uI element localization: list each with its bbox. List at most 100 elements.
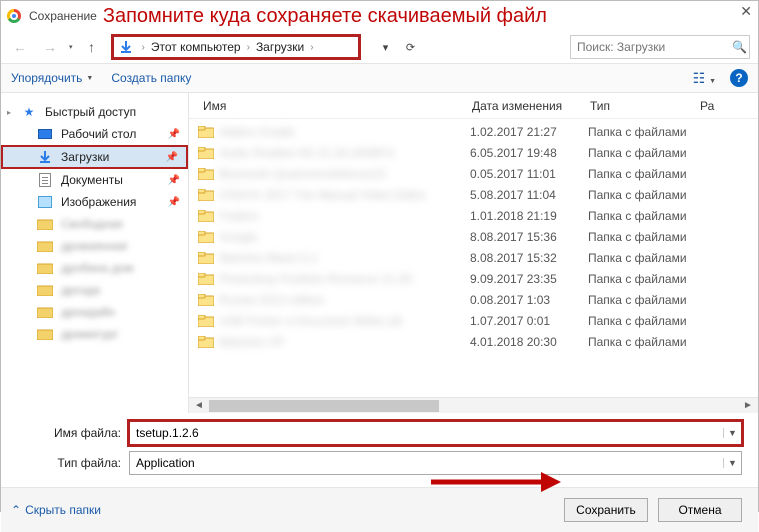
chevron-up-icon: ⌃ xyxy=(11,503,21,517)
chevron-right-icon[interactable]: › xyxy=(138,42,149,53)
sidebar-item-blur[interactable]: дробина дом xyxy=(1,257,188,279)
star-icon: ★ xyxy=(21,104,37,120)
sidebar-label: дроидайн xyxy=(61,305,115,319)
col-size[interactable]: Ра xyxy=(700,99,750,113)
sidebar-item-blur[interactable]: дрозда xyxy=(1,279,188,301)
file-name: USB Printer a Document Writer p6 xyxy=(219,314,470,328)
table-row[interactable]: Google8.08.2017 15:36Папка с файлами xyxy=(197,226,750,247)
search-box[interactable]: 🔍 xyxy=(570,35,750,59)
view-options-button[interactable]: ☷ ▼ xyxy=(693,70,716,87)
file-rows: Addins Gradle1.02.2017 21:27Папка с файл… xyxy=(189,119,758,397)
folder-icon xyxy=(197,271,215,287)
file-date: 8.08.2017 15:32 xyxy=(470,251,588,265)
filetype-value[interactable] xyxy=(130,456,723,470)
file-type: Папка с файлами xyxy=(588,146,718,160)
help-button[interactable]: ? xyxy=(730,69,748,87)
folder-icon xyxy=(197,250,215,266)
file-name: Folders xyxy=(219,209,470,223)
up-button[interactable]: ↑ xyxy=(81,36,103,58)
folder-icon xyxy=(197,166,215,182)
filename-dropdown[interactable]: ▼ xyxy=(723,428,741,438)
sidebar-item-blur[interactable]: дроидайн xyxy=(1,301,188,323)
organize-button[interactable]: Упорядочить ▼ xyxy=(11,71,93,85)
filename-label: Имя файла: xyxy=(41,426,121,440)
filename-input[interactable] xyxy=(130,426,723,440)
cancel-button[interactable]: Отмена xyxy=(658,498,742,522)
file-name: Russia 2012 edition xyxy=(219,293,470,307)
search-input[interactable] xyxy=(577,40,732,54)
folder-icon xyxy=(37,326,53,342)
sidebar-item-images[interactable]: Изображения 📌 xyxy=(1,191,188,213)
col-type[interactable]: Тип xyxy=(590,99,700,113)
filetype-combo[interactable]: ▼ xyxy=(129,451,742,475)
scroll-left-icon[interactable]: ◄ xyxy=(191,400,207,411)
hide-folders-label: Скрыть папки xyxy=(25,503,101,517)
sidebar-item-blur[interactable]: дроваянная xyxy=(1,235,188,257)
crumb-downloads[interactable]: Загрузки xyxy=(254,40,306,54)
sidebar-item-blur[interactable]: драматург xyxy=(1,323,188,345)
file-type: Папка с файлами xyxy=(588,167,718,181)
document-icon xyxy=(37,172,53,188)
col-date[interactable]: Дата изменения xyxy=(472,99,590,113)
table-row[interactable]: Matches Black 5.28.08.2017 15:32Папка с … xyxy=(197,247,750,268)
file-type: Папка с файлами xyxy=(588,209,718,223)
pin-icon: 📌 xyxy=(166,152,178,163)
sidebar-label: дроваянная xyxy=(61,239,127,253)
new-folder-button[interactable]: Создать папку xyxy=(111,71,191,85)
folder-icon xyxy=(37,260,53,276)
sidebar-item-desktop[interactable]: Рабочий стол 📌 xyxy=(1,123,188,145)
folder-icon xyxy=(197,187,215,203)
scroll-right-icon[interactable]: ► xyxy=(740,400,756,411)
file-date: 1.01.2018 21:19 xyxy=(470,209,588,223)
sidebar-item-documents[interactable]: Документы 📌 xyxy=(1,169,188,191)
table-row[interactable]: Matches UP4.01.2018 20:30Папка с файлами xyxy=(197,331,750,352)
table-row[interactable]: Russia 2012 edition0.08.2017 1:03Папка с… xyxy=(197,289,750,310)
horizontal-scrollbar[interactable]: ◄ ► xyxy=(189,397,758,413)
table-row[interactable]: Audio Realtek HD 21.34.2009FG6.05.2017 1… xyxy=(197,142,750,163)
file-type: Папка с файлами xyxy=(588,125,718,139)
close-button[interactable]: ✕ xyxy=(740,3,752,20)
chevron-down-icon: ▼ xyxy=(86,75,93,82)
sidebar-label: Загрузки xyxy=(61,150,109,164)
chevron-right-icon[interactable]: › xyxy=(243,42,254,53)
sidebar-label: драматург xyxy=(61,327,119,341)
scroll-thumb[interactable] xyxy=(209,400,439,412)
table-row[interactable]: CRACK 2017 The Manual Video Editor5.08.2… xyxy=(197,184,750,205)
column-headers: Имя Дата изменения Тип Ра xyxy=(189,93,758,119)
table-row[interactable]: Bluetooth QualcommAtheros100.05.2017 11:… xyxy=(197,163,750,184)
table-row[interactable]: Folders1.01.2018 21:19Папка с файлами xyxy=(197,205,750,226)
folder-icon xyxy=(37,304,53,320)
sidebar-item-downloads[interactable]: Загрузки 📌 xyxy=(1,145,188,169)
content-split: ★ Быстрый доступ Рабочий стол 📌 Загрузки… xyxy=(1,93,758,413)
sidebar-item-blur[interactable]: Свободная xyxy=(1,213,188,235)
hide-folders-button[interactable]: ⌃ Скрыть папки xyxy=(11,503,101,517)
col-name[interactable]: Имя xyxy=(197,99,472,113)
folder-icon xyxy=(197,229,215,245)
filetype-dropdown[interactable]: ▼ xyxy=(723,458,741,468)
save-button[interactable]: Сохранить xyxy=(564,498,648,522)
refresh-button[interactable]: ⟳ xyxy=(400,36,422,58)
forward-button[interactable]: → xyxy=(39,36,61,58)
images-icon xyxy=(37,194,53,210)
filetype-label: Тип файла: xyxy=(41,456,121,470)
file-name: CRACK 2017 The Manual Video Editor xyxy=(219,188,470,202)
file-name: Google xyxy=(219,230,470,244)
search-icon[interactable]: 🔍 xyxy=(732,40,747,54)
back-button[interactable]: ← xyxy=(9,36,31,58)
table-row[interactable]: USB Printer a Document Writer p61.07.201… xyxy=(197,310,750,331)
table-row[interactable]: Photoshop Portfolio Romance 21.059.09.20… xyxy=(197,268,750,289)
filename-area: Имя файла: ▼ Тип файла: ▼ xyxy=(1,413,758,487)
filename-input-wrap: ▼ xyxy=(129,421,742,445)
address-dropdown[interactable]: ▾ xyxy=(375,36,397,58)
sidebar-quick-access[interactable]: ★ Быстрый доступ xyxy=(1,101,188,123)
crumb-this-pc[interactable]: Этот компьютер xyxy=(149,40,243,54)
organize-label: Упорядочить xyxy=(11,71,82,85)
breadcrumb[interactable]: › Этот компьютер › Загрузки › xyxy=(111,34,361,60)
pin-icon: 📌 xyxy=(168,197,180,208)
pin-icon: 📌 xyxy=(168,175,180,186)
history-dropdown[interactable]: ▾ xyxy=(69,43,73,51)
chevron-right-icon[interactable]: › xyxy=(306,42,317,53)
table-row[interactable]: Addins Gradle1.02.2017 21:27Папка с файл… xyxy=(197,121,750,142)
annotation-hint: Запомните куда сохраняете скачиваемый фа… xyxy=(103,5,547,28)
file-type: Папка с файлами xyxy=(588,335,718,349)
